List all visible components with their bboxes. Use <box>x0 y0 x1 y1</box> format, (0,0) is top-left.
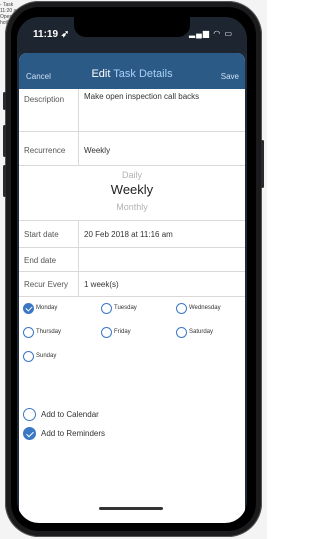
recur-every-row[interactable]: Recur Every 1 week(s) <box>19 272 245 297</box>
page-title: Edit Task Details <box>19 68 245 80</box>
phone-screen: 11:19 ➶ ▂▄▆ ◠ ▭ Cancel Edit Task Details… <box>17 17 247 523</box>
notch <box>74 17 190 37</box>
home-indicator[interactable] <box>99 507 163 510</box>
add-to-calendar-label: Add to Calendar <box>41 410 99 419</box>
status-icons: ▂▄▆ ◠ ▭ <box>189 29 233 38</box>
navigation-bar: Cancel Edit Task Details Save <box>19 53 245 89</box>
tuesday-label: Tuesday <box>114 305 137 311</box>
picker-item-daily[interactable]: Daily <box>19 170 245 180</box>
monday-checkbox[interactable] <box>23 303 34 314</box>
thursday-label: Thursday <box>36 329 62 335</box>
picker-item-monthly[interactable]: Monthly <box>19 202 245 212</box>
recur-every-value[interactable]: 1 week(s) <box>84 280 119 289</box>
save-button[interactable]: Save <box>221 72 239 81</box>
add-to-calendar-toggle[interactable] <box>23 408 36 421</box>
end-date-label: End date <box>24 256 57 265</box>
monday-label: Monday <box>36 305 58 311</box>
start-date-row[interactable]: Start date 20 Feb 2018 at 11:16 am <box>19 221 245 248</box>
saturday-checkbox[interactable] <box>176 327 187 338</box>
friday-checkbox[interactable] <box>101 327 112 338</box>
location-arrow-icon: ➶ <box>60 29 70 40</box>
picker-item-weekly[interactable]: Weekly <box>19 182 245 197</box>
title-edit: Edit <box>91 68 111 80</box>
recur-every-label: Recur Every <box>24 280 69 289</box>
sunday-label: Sunday <box>36 353 57 359</box>
end-date-row[interactable]: End date <box>19 248 245 272</box>
recurrence-value: Weekly <box>84 146 111 155</box>
tuesday-checkbox[interactable] <box>101 303 112 314</box>
friday-label: Friday <box>114 329 131 335</box>
wednesday-label: Wednesday <box>189 305 221 311</box>
title-task-details: Task Details <box>113 68 173 80</box>
volume-up-button <box>3 125 6 157</box>
label-divider-2 <box>78 221 79 297</box>
recurrence-row[interactable]: Recurrence Weekly <box>19 132 245 166</box>
power-button <box>261 140 264 188</box>
add-to-reminders-label: Add to Reminders <box>41 429 106 438</box>
sunday-checkbox[interactable] <box>23 351 34 362</box>
recurrence-picker[interactable]: Daily Weekly Monthly <box>19 166 245 220</box>
add-to-reminders-toggle[interactable] <box>23 427 36 440</box>
signal-icon: ▂▄▆ <box>189 29 210 38</box>
start-date-label: Start date <box>24 230 59 239</box>
battery-icon: ▭ <box>224 29 233 38</box>
mute-switch <box>3 92 6 110</box>
description-field[interactable]: Make open inspection call backs <box>84 92 199 101</box>
saturday-label: Saturday <box>189 329 214 335</box>
description-label: Description <box>24 95 65 104</box>
recurrence-label: Recurrence <box>24 146 66 155</box>
status-time: 11:19 ➶ <box>33 29 70 40</box>
start-date-value[interactable]: 20 Feb 2018 at 11:16 am <box>84 230 173 239</box>
thursday-checkbox[interactable] <box>23 327 34 338</box>
wifi-icon: ◠ <box>213 29 222 38</box>
edit-task-sheet: Cancel Edit Task Details Save Descriptio… <box>19 53 245 523</box>
status-bar: 11:19 ➶ ▂▄▆ ◠ ▭ <box>17 17 247 53</box>
volume-down-button <box>3 165 6 197</box>
wednesday-checkbox[interactable] <box>176 303 187 314</box>
description-row[interactable]: Description Make open inspection call ba… <box>19 89 245 132</box>
